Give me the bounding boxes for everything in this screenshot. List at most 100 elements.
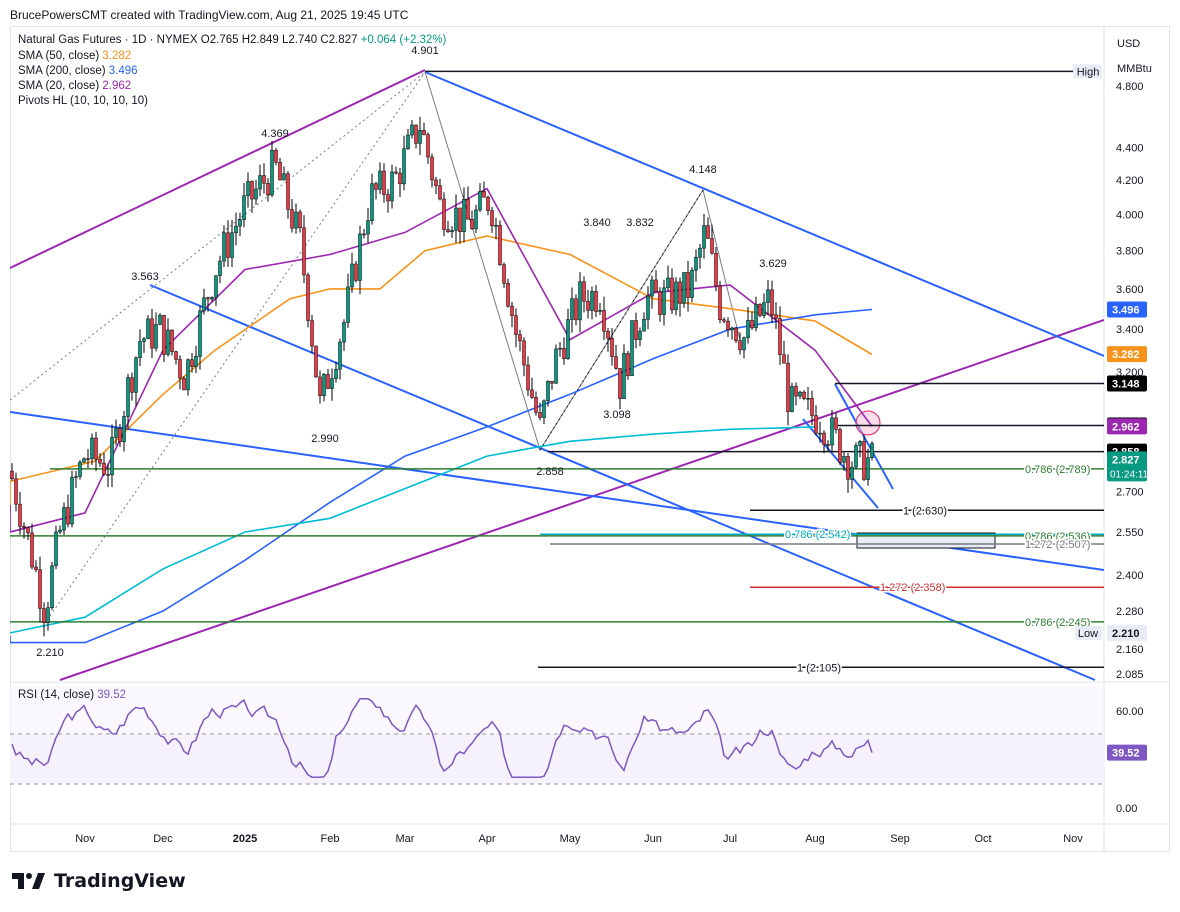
candle-body	[130, 377, 134, 393]
candle-body	[234, 225, 238, 234]
candle-body	[470, 219, 474, 230]
pivot-label: 2.210	[36, 647, 64, 659]
candle-body	[802, 391, 806, 399]
rsi-tick-label: 0.00	[1116, 803, 1137, 815]
candle-body	[134, 357, 138, 393]
candle-body	[414, 124, 418, 144]
candle-body	[774, 314, 778, 319]
candle-body	[110, 437, 114, 476]
candle-body	[78, 461, 82, 477]
candle-body	[778, 318, 782, 355]
candle-body	[362, 233, 366, 236]
candle-body	[626, 353, 630, 376]
price-tick-label: 4.800	[1116, 81, 1144, 93]
candle-body	[834, 417, 838, 430]
candle-body	[798, 391, 802, 397]
candle-body	[522, 340, 526, 366]
highlight-circle	[855, 410, 881, 436]
candle-body	[346, 286, 350, 323]
candle-body	[154, 324, 158, 349]
price-axis-label: 3.282	[1107, 346, 1147, 363]
ohlc-open: O2.765	[200, 34, 239, 46]
candle-body	[146, 318, 150, 340]
sma-line	[10, 187, 873, 533]
time-tick-label: Mar	[396, 833, 415, 845]
countdown-text: 01:24:11	[1110, 469, 1149, 480]
price-axis-label-text: 3.496	[1112, 305, 1140, 317]
candle-body	[666, 277, 670, 289]
candle-body	[198, 310, 202, 357]
indicator-sma20[interactable]: SMA (20, close) 2.962	[18, 79, 148, 94]
candle-body	[258, 175, 262, 190]
indicator-sma200[interactable]: SMA (200, close) 3.496	[18, 64, 148, 79]
candle-body	[342, 322, 346, 343]
candle-body	[574, 298, 578, 321]
unit-label[interactable]: MMBtu	[1117, 63, 1152, 75]
pivot-label: 3.629	[759, 258, 787, 270]
candle-body	[558, 347, 562, 350]
candle-body	[562, 347, 566, 359]
fib-level-label: 1.272 (2.507)	[1025, 539, 1090, 551]
time-tick-label: Jun	[644, 833, 662, 845]
time-tick-label: 2025	[233, 833, 257, 845]
candle-body	[326, 374, 330, 389]
candle-body	[694, 256, 698, 271]
ohlc-low: L2.740	[282, 34, 318, 46]
candle-body	[178, 359, 182, 379]
fib-level-label: 1 (2.105)	[797, 662, 841, 674]
candle-body	[850, 466, 854, 480]
candle-body	[62, 507, 66, 531]
price-axis-label: 2.962	[1107, 418, 1147, 435]
candle-body	[490, 210, 494, 227]
tradingview-logo[interactable]: TradingView	[12, 870, 186, 892]
price-axis-label: 2.827 01:24:11	[1107, 451, 1149, 482]
fib-level-label: 0.786 (2.542)	[785, 529, 850, 541]
time-tick-label: Nov	[75, 833, 95, 845]
candle-body	[426, 134, 430, 158]
channel-lower-line	[59, 319, 1104, 681]
candle-body	[742, 337, 746, 351]
candle-body	[638, 330, 642, 340]
price-tick-label: 4.000	[1116, 210, 1144, 222]
candle-body	[106, 474, 110, 476]
candle-body	[782, 354, 786, 364]
candle-body	[394, 171, 398, 174]
candle-body	[494, 225, 498, 227]
candle-body	[174, 351, 178, 360]
indicator-pivots[interactable]: Pivots HL (10, 10, 10, 10)	[18, 94, 148, 109]
indicator-legend: SMA (50, close) 3.282 SMA (200, close) 3…	[18, 49, 148, 109]
candle-body	[350, 263, 354, 288]
candle-body	[22, 526, 26, 528]
price-axis-label: 2.210	[1107, 624, 1147, 641]
indicator-sma50[interactable]: SMA (50, close) 3.282	[18, 49, 148, 64]
rsi-legend[interactable]: RSI (14, close) 39.52	[18, 688, 126, 703]
tradingview-logo-icon	[12, 873, 45, 889]
candle-body	[18, 503, 22, 527]
candle-body	[314, 345, 318, 378]
candle-body	[66, 507, 70, 525]
candle-body	[162, 315, 166, 355]
candle-body	[290, 209, 294, 229]
price-axis-label: 3.148	[1107, 375, 1147, 392]
price-tick-label: 2.550	[1116, 527, 1144, 539]
price-tick-label: 2.400	[1116, 570, 1144, 582]
candle-body	[454, 207, 458, 231]
price-axis-label-text: 2.210	[1112, 628, 1140, 640]
candle-body	[34, 566, 38, 570]
candle-body	[282, 173, 286, 181]
candle-body	[754, 303, 758, 329]
price-chart[interactable]: 0.786 (2.789)1 (2.630)0.786 (2.542) 0.786…	[0, 0, 1180, 912]
candle-body	[418, 129, 422, 144]
low-tag: Low	[1075, 625, 1102, 640]
pivot-label: 3.563	[131, 271, 159, 283]
candle-body	[70, 476, 74, 525]
candle-body	[322, 374, 326, 396]
rsi-axis-label: 39.52	[1107, 744, 1147, 761]
candle-body	[458, 207, 462, 232]
candle-body	[814, 415, 818, 434]
candle-body	[654, 279, 658, 292]
currency-label[interactable]: USD	[1117, 38, 1140, 50]
candle-body	[718, 285, 722, 320]
candle-body	[674, 281, 678, 311]
candle-body	[838, 429, 842, 463]
